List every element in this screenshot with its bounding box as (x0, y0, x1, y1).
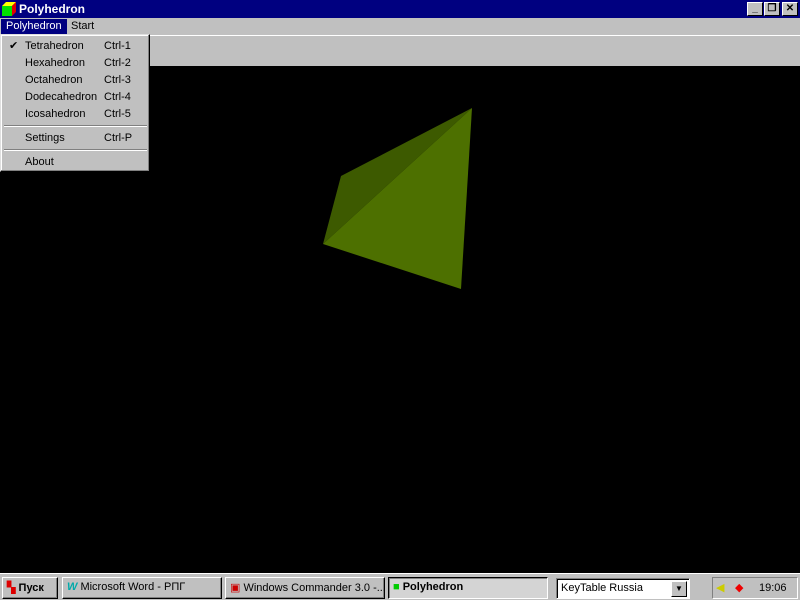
menu-polyhedron[interactable]: Polyhedron (1, 19, 67, 34)
item-label: Hexahedron (25, 57, 85, 69)
menu-bar: Polyhedron Start (0, 18, 800, 35)
menu-item-tetrahedron[interactable]: ✔ Tetrahedron Ctrl-1 (4, 38, 147, 55)
menu-item-settings[interactable]: Settings Ctrl-P (4, 130, 147, 147)
item-label: Dodecahedron (25, 91, 98, 103)
start-label: Пуск (18, 582, 44, 594)
item-shortcut: Ctrl-5 (104, 108, 131, 120)
window-title: Polyhedron (19, 2, 86, 16)
floppy-icon: ▣ (230, 582, 241, 594)
item-label: Icosahedron (25, 108, 86, 120)
taskbar-button-commander[interactable]: ▣ Windows Commander 3.0 -... (225, 577, 385, 599)
item-shortcut: Ctrl-4 (104, 91, 131, 103)
clock[interactable]: 19:06 (759, 582, 787, 594)
item-shortcut: Ctrl-1 (104, 40, 131, 52)
dropdown-arrow-icon[interactable]: ▼ (671, 581, 687, 597)
menu-separator (4, 125, 147, 127)
item-label: Octahedron (25, 74, 83, 86)
menu-start[interactable]: Start (66, 19, 99, 34)
cube-icon: ■ (393, 581, 400, 593)
title-bar: Polyhedron _ ❐ ✕ (0, 0, 800, 18)
cube-icon (2, 2, 16, 16)
windows-logo-icon: ▚ (7, 582, 16, 594)
item-shortcut: Ctrl-3 (104, 74, 131, 86)
polyhedron-dropdown: ✔ Tetrahedron Ctrl-1 Hexahedron Ctrl-2 O… (0, 34, 150, 172)
item-label: Tetrahedron (25, 40, 84, 52)
menu-item-hexahedron[interactable]: Hexahedron Ctrl-2 (4, 55, 147, 72)
item-shortcut: Ctrl-P (104, 132, 133, 144)
item-label: Settings (25, 132, 65, 144)
item-shortcut: Ctrl-2 (104, 57, 131, 69)
speaker-icon[interactable]: ◀ (716, 581, 724, 594)
taskbar-button-word[interactable]: W Microsoft Word - РПГ (62, 577, 222, 599)
taskbar-label: Polyhedron (402, 581, 464, 593)
menu-item-icosahedron[interactable]: Icosahedron Ctrl-5 (4, 106, 147, 123)
taskbar-label: Windows Commander 3.0 -... (243, 582, 385, 594)
minimize-button[interactable]: _ (747, 2, 763, 16)
menu-item-dodecahedron[interactable]: Dodecahedron Ctrl-4 (4, 89, 147, 106)
item-label: About (25, 156, 54, 168)
start-button[interactable]: ▚ Пуск (2, 577, 58, 599)
menu-separator (4, 149, 147, 151)
keytable-value: KeyTable Russia (561, 582, 643, 594)
word-icon: W (67, 581, 78, 593)
taskbar: ▚ Пуск W Microsoft Word - РПГ ▣ Windows … (0, 573, 800, 600)
taskbar-button-polyhedron[interactable]: ■ Polyhedron (388, 577, 548, 599)
taskbar-label: Microsoft Word - РПГ (80, 581, 186, 593)
menu-item-octahedron[interactable]: Octahedron Ctrl-3 (4, 72, 147, 89)
menu-item-about[interactable]: About (4, 154, 147, 171)
restore-button[interactable]: ❐ (764, 2, 780, 16)
system-tray: ◀ ◆ 19:06 (712, 577, 798, 599)
close-button[interactable]: ✕ (782, 2, 798, 16)
keyboard-layout-icon[interactable]: ◆ (735, 581, 743, 594)
check-icon: ✔ (9, 40, 19, 52)
keytable-select[interactable]: KeyTable Russia ▼ (556, 578, 690, 599)
